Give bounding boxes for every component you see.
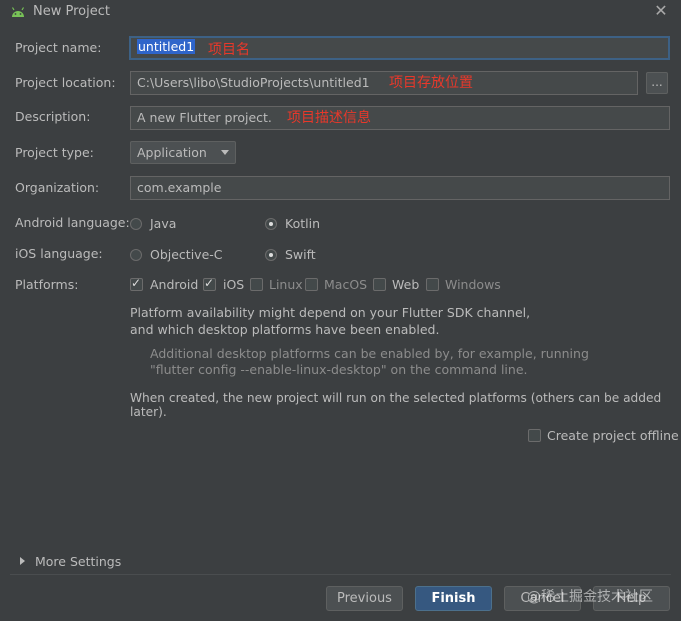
watermark-text: @稀土掘金技术社区: [527, 589, 653, 605]
swift-radio[interactable]: [265, 249, 277, 261]
platform-macos-checkbox[interactable]: [305, 278, 318, 291]
organization-label: Organization:: [15, 180, 100, 195]
browse-button[interactable]: ...: [646, 72, 668, 94]
platform-windows-checkbox[interactable]: [426, 278, 439, 291]
expand-arrow-icon[interactable]: [20, 557, 25, 565]
swift-radio-label: Swift: [285, 247, 316, 262]
offline-checkbox[interactable]: [528, 429, 541, 442]
more-settings-toggle[interactable]: More Settings: [35, 554, 121, 569]
platform-linux-label: Linux: [269, 277, 303, 292]
previous-button[interactable]: Previous: [326, 586, 403, 611]
platform-ios-label: iOS: [223, 277, 245, 292]
android-language-label: Android language:: [15, 215, 130, 230]
java-radio-label: Java: [150, 216, 177, 231]
project-location-label: Project location:: [15, 75, 116, 90]
platforms-label: Platforms:: [15, 277, 79, 292]
platform-ios-checkbox[interactable]: [203, 276, 216, 291]
platform-web-label: Web: [392, 277, 420, 292]
window-title: New Project: [33, 4, 110, 19]
project-name-label: Project name:: [15, 40, 102, 55]
platform-linux-checkbox[interactable]: [250, 278, 263, 291]
kotlin-radio-label: Kotlin: [285, 216, 320, 231]
organization-input[interactable]: com.example: [130, 176, 670, 200]
platform-web-checkbox[interactable]: [373, 278, 386, 291]
desktop-hint-line-1: Additional desktop platforms can be enab…: [150, 346, 589, 361]
platform-info-line-2: and which desktop platforms have been en…: [130, 322, 440, 337]
description-annotation: 项目描述信息: [287, 110, 371, 126]
project-name-value: untitled1: [137, 39, 196, 54]
objective-c-radio-label: Objective-C: [150, 247, 223, 262]
project-type-value: Application: [137, 145, 207, 160]
offline-label: Create project offline: [547, 428, 679, 443]
close-icon[interactable]: ✕: [652, 2, 670, 20]
kotlin-radio[interactable]: [265, 218, 277, 230]
finish-button[interactable]: Finish: [415, 586, 492, 611]
platform-macos-label: MacOS: [324, 277, 368, 292]
platform-windows-label: Windows: [445, 277, 501, 292]
ios-language-label: iOS language:: [15, 246, 103, 261]
android-icon: [11, 7, 25, 17]
chevron-down-icon: [221, 150, 229, 155]
created-note: When created, the new project will run o…: [130, 391, 662, 419]
project-location-input[interactable]: C:\Users\libo\StudioProjects\untitled1: [130, 71, 638, 95]
description-input[interactable]: A new Flutter project.: [130, 106, 670, 130]
project-type-label: Project type:: [15, 145, 94, 160]
description-label: Description:: [15, 109, 91, 124]
platform-android-checkbox[interactable]: [130, 276, 143, 291]
description-value: A new Flutter project.: [137, 110, 272, 125]
java-radio[interactable]: [130, 218, 142, 230]
project-location-value: C:\Users\libo\StudioProjects\untitled1: [137, 75, 370, 90]
platform-android-label: Android: [150, 277, 199, 292]
organization-value: com.example: [137, 180, 222, 195]
divider: [10, 574, 671, 575]
project-location-annotation: 项目存放位置: [389, 75, 473, 91]
desktop-hint-line-2: "flutter config --enable-linux-desktop" …: [150, 362, 528, 377]
project-name-annotation: 项目名: [208, 42, 250, 58]
platform-info-line-1: Platform availability might depend on yo…: [130, 305, 531, 320]
project-type-select[interactable]: Application: [130, 141, 236, 164]
objective-c-radio[interactable]: [130, 249, 142, 261]
